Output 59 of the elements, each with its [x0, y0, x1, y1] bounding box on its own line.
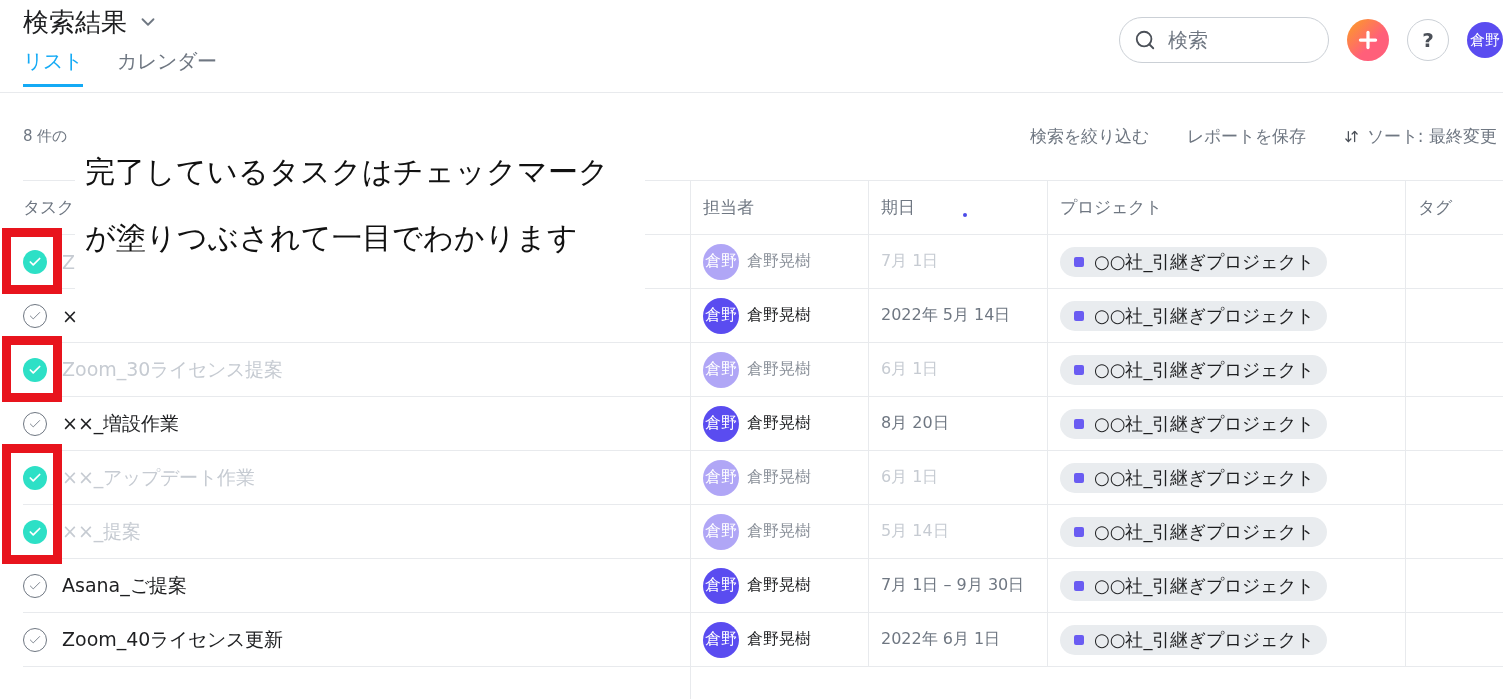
due-date: 8月 20日: [881, 413, 949, 434]
search-icon: [1134, 29, 1156, 51]
complete-checkbox[interactable]: [23, 357, 47, 382]
due-date: 7月 1日 – 9月 30日: [881, 575, 1025, 596]
complete-checkbox[interactable]: [23, 465, 47, 490]
help-button[interactable]: ?: [1407, 19, 1449, 61]
project-tag[interactable]: ○○社_引継ぎプロジェクト: [1060, 300, 1328, 331]
toolbar-link[interactable]: 検索を絞り込む: [1029, 125, 1149, 148]
assignee-avatar: 倉野: [703, 297, 739, 334]
project-tag[interactable]: ○○社_引継ぎプロジェクト: [1060, 516, 1328, 547]
user-avatar[interactable]: 倉野: [1467, 22, 1503, 58]
task-name[interactable]: Asana_ご提案: [62, 572, 187, 599]
assignee-name: 倉野晃樹: [747, 413, 811, 434]
assignee-name: 倉野晃樹: [747, 575, 811, 596]
assignee-avatar: 倉野: [703, 243, 739, 280]
assignee-avatar: 倉野: [703, 513, 739, 550]
task-name[interactable]: Zoom_40ライセンス更新: [62, 626, 284, 653]
project-tag[interactable]: ○○社_引継ぎプロジェクト: [1060, 246, 1328, 277]
complete-checkbox[interactable]: [23, 519, 47, 544]
assignee-avatar: 倉野: [703, 459, 739, 496]
column-header: 期日: [881, 196, 915, 219]
page-title: 検索結果: [23, 5, 127, 39]
project-tag[interactable]: ○○社_引継ぎプロジェクト: [1060, 462, 1328, 493]
result-count: 8 件の: [23, 127, 68, 146]
project-tag[interactable]: ○○社_引継ぎプロジェクト: [1060, 354, 1328, 385]
project-tag[interactable]: ○○社_引継ぎプロジェクト: [1060, 408, 1328, 439]
sort-icon: [1343, 129, 1359, 144]
project-tag[interactable]: ○○社_引継ぎプロジェクト: [1060, 624, 1328, 655]
sort-button[interactable]: ソート: 最終変更: [1343, 125, 1497, 148]
column-header: タグ: [1418, 196, 1452, 219]
column-header: プロジェクト: [1060, 196, 1162, 219]
assignee-name: 倉野晃樹: [747, 305, 811, 326]
toolbar-link[interactable]: レポートを保存: [1186, 125, 1306, 148]
assignee-name: 倉野晃樹: [747, 359, 811, 380]
due-date: 6月 1日: [881, 467, 939, 488]
assignee-name: 倉野晃樹: [747, 251, 811, 272]
complete-checkbox[interactable]: [23, 249, 47, 274]
assignee-name: 倉野晃樹: [747, 521, 811, 542]
due-date: 6月 1日: [881, 359, 939, 380]
due-date: 2022年 6月 1日: [881, 629, 1001, 650]
assignee-avatar: 倉野: [703, 351, 739, 388]
project-tag[interactable]: ○○社_引継ぎプロジェクト: [1060, 570, 1328, 601]
assignee-name: 倉野晃樹: [747, 467, 811, 488]
column-header: 担当者: [703, 196, 754, 219]
assignee-avatar: 倉野: [703, 621, 739, 658]
due-date: 2022年 5月 14日: [881, 305, 1011, 326]
annotation-text: 完了しているタスクはチェックマーク: [85, 153, 609, 191]
annotation-text: が塗りつぶされて一目でわかります: [85, 219, 578, 257]
task-name[interactable]: ×: [62, 304, 78, 327]
column-header: タスク: [23, 196, 74, 219]
assignee-name: 倉野晃樹: [747, 629, 811, 650]
due-date: 5月 14日: [881, 521, 949, 542]
due-date: 7月 1日: [881, 251, 939, 272]
assignee-avatar: 倉野: [703, 405, 739, 442]
indicator-dot: [963, 213, 967, 217]
task-name[interactable]: ××_増設作業: [62, 410, 180, 437]
add-button[interactable]: [1347, 19, 1389, 61]
view-tab[interactable]: カレンダー: [117, 48, 217, 87]
assignee-avatar: 倉野: [703, 567, 739, 604]
